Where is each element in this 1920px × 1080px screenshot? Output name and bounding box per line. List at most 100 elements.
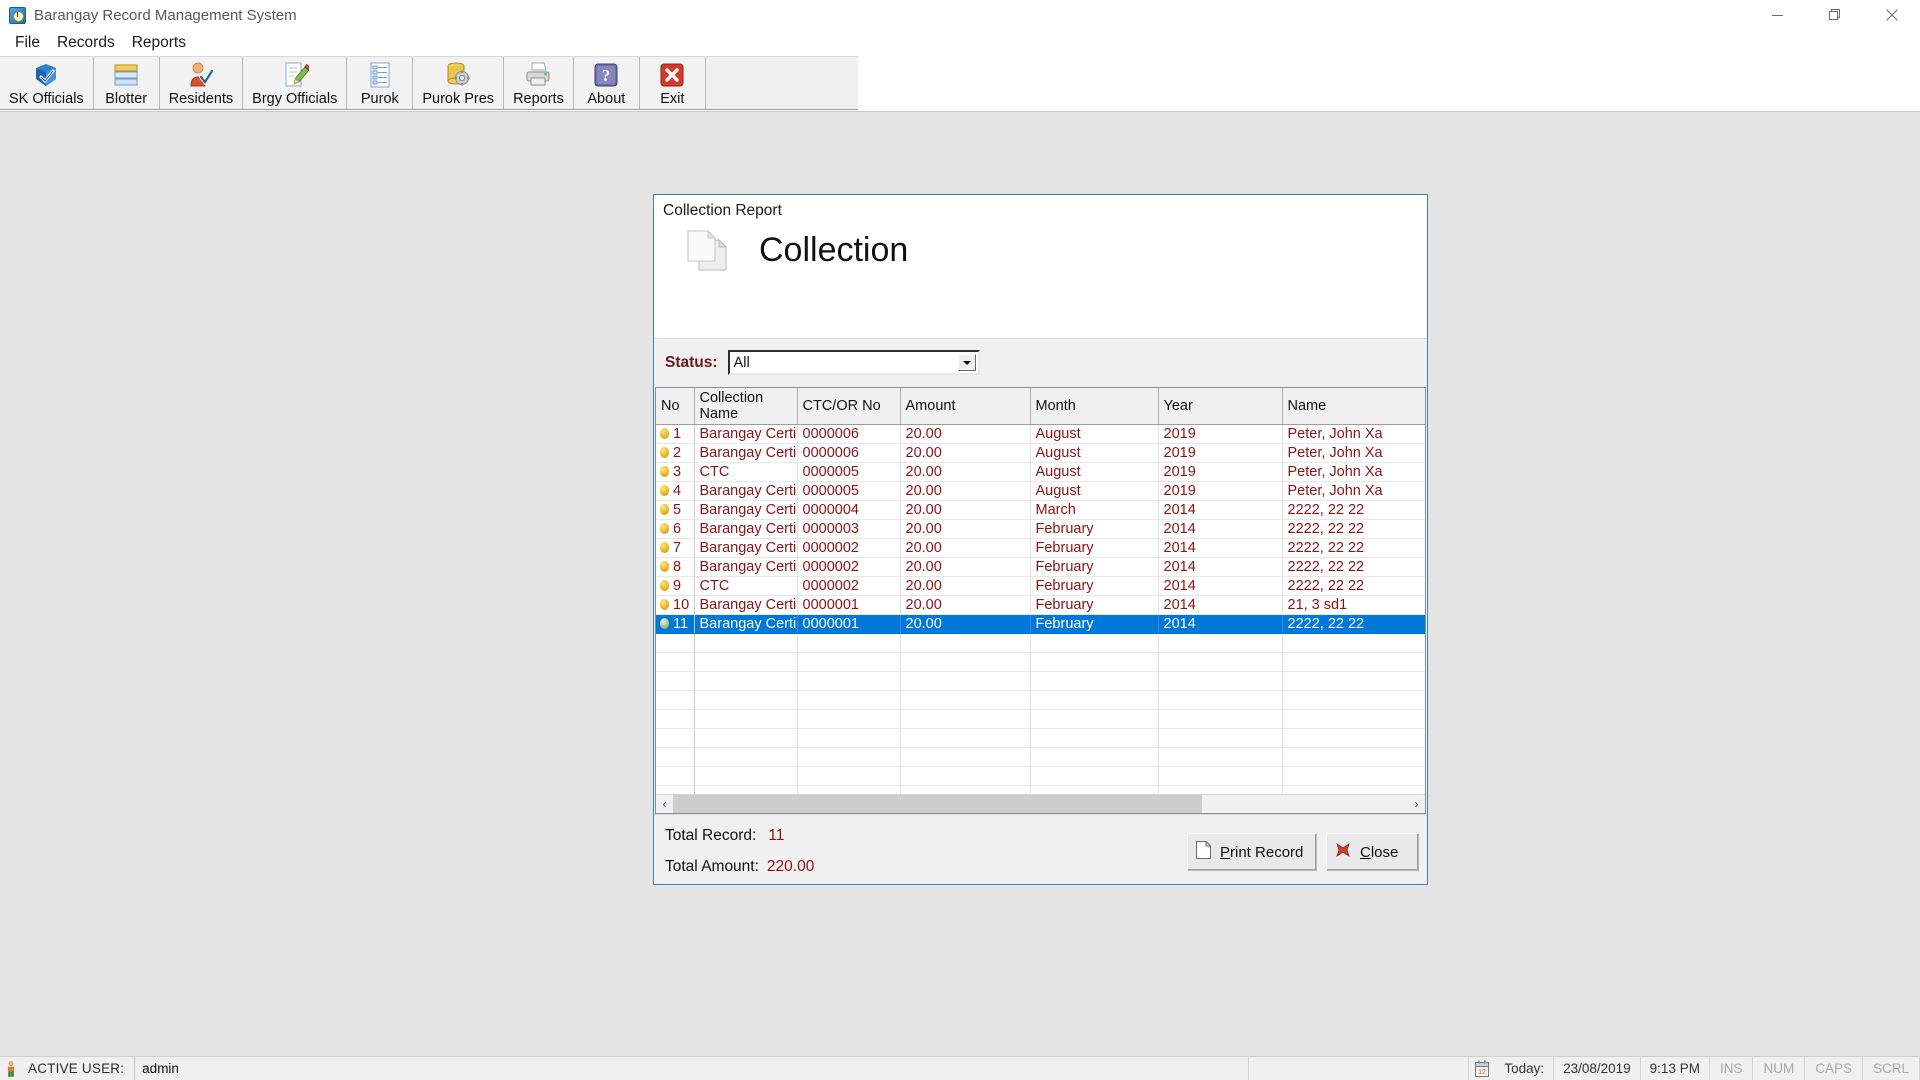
- cell-empty: [694, 672, 797, 691]
- toolbar-button-purok-pres[interactable]: Purok Pres: [413, 57, 504, 109]
- cell-empty: [694, 710, 797, 729]
- toolbar-button-blotter[interactable]: Blotter: [94, 57, 160, 109]
- toolbar-button-residents[interactable]: Residents: [160, 57, 243, 109]
- toolbar-label: Brgy Officials: [252, 91, 337, 108]
- table-row-empty[interactable]: [656, 729, 1426, 748]
- cell-amount: 20.00: [900, 425, 1030, 444]
- cell-empty: [1282, 729, 1426, 748]
- cell-empty: [900, 691, 1030, 710]
- table-row[interactable]: 5Barangay Certi...000000420.00March20142…: [656, 501, 1426, 520]
- chevron-down-icon[interactable]: [958, 354, 976, 371]
- cell-empty: [900, 729, 1030, 748]
- cell-empty: [797, 691, 900, 710]
- table-row[interactable]: 11Barangay Certi...000000120.00February2…: [656, 615, 1426, 634]
- close-icon[interactable]: [1863, 0, 1920, 30]
- table-row-empty[interactable]: [656, 767, 1426, 786]
- horizontal-scrollbar[interactable]: ‹ ›: [656, 794, 1425, 813]
- menu-item-file[interactable]: File: [7, 32, 49, 54]
- column-header-year[interactable]: Year: [1158, 388, 1282, 425]
- table-row[interactable]: 7Barangay Certi...000000220.00February20…: [656, 539, 1426, 558]
- cell-no-value: 11: [673, 616, 688, 632]
- table-row-empty[interactable]: [656, 748, 1426, 767]
- table-row[interactable]: 4Barangay Certi...000000520.00August2019…: [656, 482, 1426, 501]
- table-row-empty[interactable]: [656, 691, 1426, 710]
- cell-empty: [797, 767, 900, 786]
- report-filter-bar: Status: All: [654, 338, 1427, 386]
- cell-month: February: [1030, 615, 1158, 634]
- collection-grid[interactable]: No Collection Name CTC/OR No Amount Mont…: [655, 387, 1426, 814]
- scrollbar-track[interactable]: [673, 795, 1408, 813]
- cell-collection-name: Barangay Certi...: [694, 596, 797, 615]
- scrollbar-thumb[interactable]: [673, 795, 1202, 813]
- toolbar-label: Reports: [513, 91, 564, 108]
- column-header-name[interactable]: Name: [1282, 388, 1426, 425]
- table-row-empty[interactable]: [656, 710, 1426, 729]
- toolbar-button-brgy-officials[interactable]: Brgy Officials: [243, 57, 347, 109]
- status-label: Status:: [665, 354, 718, 372]
- cell-ctc-or-no: 0000003: [797, 520, 900, 539]
- toolbar-button-purok[interactable]: Purok: [347, 57, 413, 109]
- chevron-left-icon[interactable]: ‹: [656, 795, 673, 813]
- menu-item-records[interactable]: Records: [49, 32, 124, 54]
- menu-item-reports[interactable]: Reports: [124, 32, 195, 54]
- column-header-no[interactable]: No: [656, 388, 694, 425]
- toolbar-button-exit[interactable]: Exit: [640, 57, 706, 109]
- cell-no: 1: [656, 425, 694, 444]
- row-marker-icon: [660, 618, 669, 629]
- table-row[interactable]: 2Barangay Certi...000000620.00August2019…: [656, 444, 1426, 463]
- toolbar-button-about[interactable]: ? About: [574, 57, 640, 109]
- red-x-icon: [1335, 842, 1351, 863]
- table-row[interactable]: 3CTC000000520.00August2019Peter, John Xa: [656, 463, 1426, 482]
- cell-no-value: 4: [673, 483, 681, 499]
- print-record-button[interactable]: Print Record: [1187, 833, 1317, 871]
- print-record-label: Print Record: [1220, 844, 1303, 861]
- close-button[interactable]: Close: [1326, 833, 1419, 871]
- page-icon: [1196, 841, 1211, 864]
- cell-empty: [1282, 710, 1426, 729]
- close-rest: lose: [1371, 844, 1399, 861]
- cell-collection-name: Barangay Certi...: [694, 520, 797, 539]
- table-row[interactable]: 8Barangay Certi...000000220.00February20…: [656, 558, 1426, 577]
- column-header-amount[interactable]: Amount: [900, 388, 1030, 425]
- cell-name: 2222, 22 22: [1282, 520, 1426, 539]
- cell-empty: [694, 653, 797, 672]
- toolbar-label: Residents: [169, 91, 233, 108]
- cell-month: February: [1030, 520, 1158, 539]
- table-row-empty[interactable]: [656, 653, 1426, 672]
- cell-empty: [656, 691, 694, 710]
- cell-empty: [694, 767, 797, 786]
- window-titlebar: Barangay Record Management System: [0, 0, 1920, 30]
- cell-empty: [1282, 748, 1426, 767]
- table-row[interactable]: 9CTC000000220.00February20142222, 22 22: [656, 577, 1426, 596]
- list-document-icon: [365, 60, 395, 90]
- table-row-empty[interactable]: [656, 672, 1426, 691]
- toolbar-label: About: [587, 91, 625, 108]
- cell-year: 2014: [1158, 539, 1282, 558]
- today-label: Today:: [1495, 1057, 1554, 1080]
- minimize-icon[interactable]: [1749, 0, 1806, 30]
- status-flag-num: NUM: [1753, 1057, 1805, 1080]
- question-mark-icon: ?: [591, 60, 621, 90]
- table-row-empty[interactable]: [656, 634, 1426, 653]
- cell-no-value: 7: [673, 540, 681, 556]
- cell-name: 2222, 22 22: [1282, 539, 1426, 558]
- status-select[interactable]: All: [728, 350, 980, 375]
- column-header-ctc-or-no[interactable]: CTC/OR No: [797, 388, 900, 425]
- cell-empty: [1282, 691, 1426, 710]
- toolbar-button-reports[interactable]: Reports: [504, 57, 574, 109]
- chevron-right-icon[interactable]: ›: [1408, 795, 1425, 813]
- cell-year: 2014: [1158, 501, 1282, 520]
- table-row[interactable]: 1Barangay Certi...000000620.00August2019…: [656, 425, 1426, 444]
- maximize-icon[interactable]: [1806, 0, 1863, 30]
- toolbar-button-sk-officials[interactable]: SK Officials: [0, 57, 94, 109]
- cell-empty: [656, 767, 694, 786]
- svg-text:?: ?: [602, 66, 611, 85]
- today-date: 23/08/2019: [1554, 1057, 1641, 1080]
- cell-ctc-or-no: 0000004: [797, 501, 900, 520]
- table-row[interactable]: 10Barangay Certi...000000120.00February2…: [656, 596, 1426, 615]
- table-row[interactable]: 6Barangay Certi...000000320.00February20…: [656, 520, 1426, 539]
- total-amount: Total Amount:220.00: [665, 858, 814, 876]
- column-header-collection-name[interactable]: Collection Name: [694, 388, 797, 425]
- column-header-month[interactable]: Month: [1030, 388, 1158, 425]
- status-flag-caps: CAPS: [1805, 1057, 1863, 1080]
